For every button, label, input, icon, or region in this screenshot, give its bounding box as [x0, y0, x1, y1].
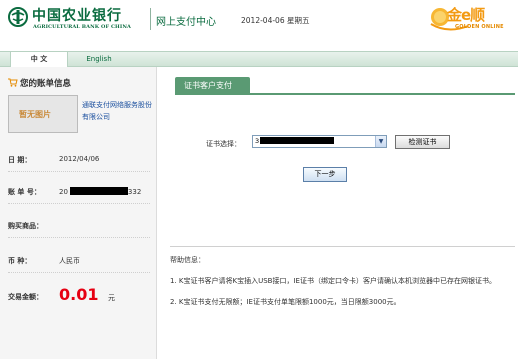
next-step-button[interactable]: 下一步 [303, 167, 347, 182]
cert-payment-panel-title: 证书客户支付 [175, 77, 250, 94]
currency-value: 人民币 [59, 257, 80, 265]
shopping-cart-icon [8, 78, 18, 87]
merchant-image-placeholder: 暂无图片 [8, 95, 78, 133]
header-divider [150, 8, 151, 30]
abc-logo-icon [8, 7, 28, 27]
amount-unit: 元 [108, 294, 115, 302]
bill-info-title: 您的账单信息 [8, 77, 71, 89]
goods-label: 购买商品： [8, 222, 43, 230]
tab-chinese[interactable]: 中 文 [10, 52, 68, 67]
cert-select-value-prefix: 3 [255, 137, 260, 145]
help-item: 1. K宝证书客户请将K宝插入USB接口，IE证书（绑定口令卡）客户请确认本机浏… [170, 277, 496, 285]
cert-select-label: 证书选择： [206, 140, 241, 148]
redacted-mask [260, 137, 335, 144]
golden-logo-subtitle: GOLDEN ONLINE [455, 24, 504, 30]
page-title: 网上支付中心 [156, 17, 216, 28]
help-item: 2. K宝证书支付无限额；IE证书支付单笔限额1000元，当日限额3000元。 [170, 298, 401, 306]
row-divider [8, 237, 150, 238]
golden-logo-text: 金e顺 [447, 6, 485, 24]
header-date: 2012-04-06 星期五 [241, 16, 310, 25]
date-value: 2012/04/06 [59, 155, 100, 163]
order-number-value: 20 332 [59, 187, 141, 196]
help-title: 帮助信息： [170, 256, 205, 264]
bill-info-title-text: 您的账单信息 [20, 79, 72, 89]
row-divider [8, 203, 150, 204]
tab-english[interactable]: English [70, 52, 128, 67]
bank-name-en: AGRICULTURAL BANK OF CHINA [33, 24, 131, 30]
chevron-down-icon[interactable]: ▼ [375, 136, 386, 147]
currency-label: 币 种： [8, 257, 32, 265]
order-number-label: 账 单 号： [8, 188, 41, 196]
check-cert-button[interactable]: 检测证书 [395, 135, 450, 149]
language-tabbar: 中 文 English [0, 51, 518, 67]
no-image-label: 暂无图片 [19, 110, 51, 119]
merchant-name-link[interactable]: 通联支付网络服务股份有限公司 [82, 99, 154, 123]
amount-label: 交易金额： [8, 293, 43, 301]
row-divider [8, 272, 150, 273]
redacted-mask [69, 187, 128, 195]
row-divider [8, 171, 150, 172]
order-number-prefix: 20 [59, 188, 68, 196]
bank-name-cn: 中国农业银行 [32, 8, 122, 24]
amount-value: 0.01 [59, 285, 99, 304]
panel-header-bar [175, 93, 515, 95]
bill-info-panel: 您的账单信息 暂无图片 通联支付网络服务股份有限公司 日 期： 2012/04/… [0, 67, 157, 359]
order-number-suffix: 332 [127, 188, 142, 196]
cert-select-dropdown[interactable]: 3 ▼ [252, 135, 387, 148]
date-label: 日 期： [8, 156, 32, 164]
page-header: 中国农业银行 AGRICULTURAL BANK OF CHINA 网上支付中心… [0, 0, 518, 38]
help-section: 帮助信息： 1. K宝证书客户请将K宝插入USB接口，IE证书（绑定口令卡）客户… [170, 246, 515, 318]
